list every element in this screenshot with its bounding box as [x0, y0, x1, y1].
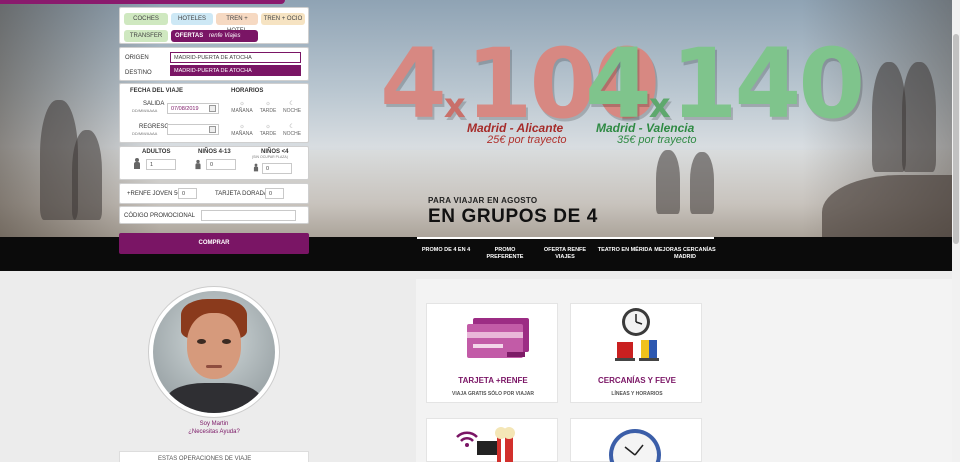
category-tabs: COCHES HOTELES TREN + HOTEL TREN + OCIO … — [119, 7, 309, 44]
destination-label: DESTINO — [125, 70, 152, 76]
return-morning[interactable]: ☼ MAÑANA — [230, 124, 254, 137]
tab-hoteles[interactable]: HOTELES — [171, 13, 213, 25]
return-afternoon[interactable]: ☼ TARDE — [257, 124, 279, 137]
promo-code-row: CÓDIGO PROMOCIONAL — [119, 206, 309, 224]
adults-label: ADULTOS — [142, 149, 171, 155]
tab-ofertas[interactable]: OFERTAS renfe Viajes — [171, 30, 258, 42]
adult-icon — [134, 158, 140, 169]
operations-label: ESTAS OPERACIONES DE VIAJE — [158, 456, 252, 462]
tile-cercanias-subtitle: LÍNEAS Y HORARIOS — [611, 391, 663, 397]
card-icon — [467, 318, 529, 358]
return-label: REGRESO — [139, 124, 170, 130]
clock-chairs-icon — [615, 308, 659, 361]
departure-date-input[interactable]: 07/08/2019 — [167, 103, 219, 114]
schedule-label: HORARIOS — [231, 88, 264, 94]
departure-label: SALIDA — [143, 101, 165, 107]
avatar-mouth — [206, 365, 222, 368]
kids-label: NIÑOS 4-13 — [198, 149, 231, 155]
date-fields: FECHA DEL VIAJE HORARIOS SALIDA DD/MM/AA… — [119, 83, 309, 143]
top-accent-bar — [0, 0, 285, 4]
active-tab-indicator — [417, 237, 714, 239]
tab-transfer[interactable]: TRANSFER — [124, 30, 168, 42]
calendar-icon[interactable] — [209, 126, 216, 133]
return-date-input[interactable] — [167, 124, 219, 135]
beach-person-right-1 — [872, 62, 906, 172]
child-icon — [195, 159, 201, 170]
tab-mejoras-cercanias[interactable]: MEJORAS CERCANÍAS MADRID — [654, 247, 716, 261]
beach-person-right-2 — [902, 62, 936, 172]
avatar-shirt — [167, 383, 261, 413]
tile-entertainment[interactable] — [426, 418, 558, 462]
avatar — [153, 291, 275, 413]
departure-night[interactable]: ☾ NOCHE — [281, 101, 303, 114]
hero-subtitle: PARA VIAJAR EN AGOSTO — [428, 196, 538, 205]
promo-input[interactable] — [201, 210, 296, 221]
departure-afternoon[interactable]: ☼ TARDE — [257, 101, 279, 114]
hero-title: EN GRUPOS DE 4 — [428, 206, 598, 227]
scrollbar-thumb[interactable] — [953, 34, 959, 244]
beach-person-left-2 — [72, 130, 102, 220]
avatar-eye-left — [197, 339, 206, 344]
calendar-icon[interactable] — [209, 105, 216, 112]
date-label: FECHA DEL VIAJE — [130, 88, 184, 94]
beach-person-walking-1 — [656, 150, 680, 214]
departure-format: DD/MM/AAAA — [132, 108, 158, 113]
passenger-fields: ADULTOS 1 NIÑOS 4-13 0 NIÑOS <4 (SIN OCU… — [119, 146, 309, 180]
tile-cercanias-feve[interactable]: CERCANÍAS Y FEVE LÍNEAS Y HORARIOS — [570, 303, 702, 403]
origin-input[interactable]: MADRID-PUERTA DE ATOCHA — [170, 52, 301, 63]
tile-tarjeta-renfe-subtitle: VIAJA GRATIS SÓLO POR VIAJAR — [452, 391, 534, 397]
offer2-route: Madrid - Valencia — [596, 121, 695, 135]
departure-morning[interactable]: ☼ MAÑANA — [230, 101, 254, 114]
wifi-cinema-icon — [456, 427, 515, 462]
offer1-route: Madrid - Alicante — [467, 121, 564, 135]
promo-label: CÓDIGO PROMOCIONAL — [124, 213, 196, 219]
assistant-help-link[interactable]: ¿Necesitas Ayuda? — [119, 429, 309, 435]
tab-tren-hotel[interactable]: TREN + HOTEL — [216, 13, 258, 34]
assistant-panel: Soy Martin ¿Necesitas Ayuda? ESTAS OPERA… — [119, 271, 309, 462]
beach-person-walking-2 — [690, 152, 714, 214]
renfe-viajes-logo: renfe Viajes — [208, 33, 241, 39]
destination-suggestion[interactable]: MADRID-PUERTA DE ATOCHA — [170, 65, 301, 76]
operations-bar[interactable]: ESTAS OPERACIONES DE VIAJE — [119, 451, 309, 462]
avatar-face — [187, 313, 241, 379]
clock-icon — [609, 429, 661, 462]
tab-teatro-merida[interactable]: TEATRO EN MÉRIDA — [594, 247, 656, 254]
origin-label: ORIGEN — [125, 55, 149, 61]
avatar-eye-right — [222, 339, 231, 344]
departure-date-value: 07/08/2019 — [171, 106, 199, 112]
offer2-price: 35€ por trayecto — [617, 134, 697, 146]
tile-tarjeta-renfe-title: TARJETA +RENFE — [458, 376, 528, 385]
tile-schedule[interactable] — [570, 418, 702, 462]
page-scrollbar[interactable] — [952, 0, 960, 462]
adults-input[interactable]: 1 — [146, 159, 176, 170]
offer1-price: 25€ por trayecto — [487, 134, 567, 146]
gold-card-label: TARJETA DORADA — [215, 191, 268, 197]
young-card-input[interactable]: 0 — [178, 188, 197, 199]
route-fields: ORIGEN MADRID-PUERTA DE ATOCHA DESTINO M… — [119, 47, 309, 81]
tile-cercanias-title: CERCANÍAS Y FEVE — [598, 376, 676, 385]
assistant-avatar[interactable] — [148, 286, 280, 418]
infants-sub: (SIN OCUPAR PLAZA) — [252, 155, 288, 159]
buy-button[interactable]: COMPRAR — [119, 233, 309, 254]
tab-promo-4-en-4[interactable]: PROMO DE 4 EN 4 — [420, 247, 472, 254]
tab-promo-preferente[interactable]: PROMO PREFERENTE — [476, 247, 534, 261]
assistant-name[interactable]: Soy Martin — [119, 421, 309, 427]
return-format: DD/MM/AAAA — [132, 131, 158, 136]
infant-icon — [253, 163, 259, 172]
services-grid: TARJETA +RENFE VIAJA GRATIS SÓLO POR VIA… — [416, 279, 952, 462]
discount-cards: +RENFE JOVEN 50 0 TARJETA DORADA 0 — [119, 183, 309, 204]
ofertas-label: OFERTAS — [175, 33, 204, 39]
tab-oferta-renfe-viajes[interactable]: OFERTA RENFE VIAJES — [540, 247, 590, 261]
gold-card-input[interactable]: 0 — [265, 188, 284, 199]
tab-coches[interactable]: COCHES — [124, 13, 168, 25]
infants-input[interactable]: 0 — [262, 163, 292, 174]
return-night[interactable]: ☾ NOCHE — [281, 124, 303, 137]
tab-tren-ocio[interactable]: TREN + OCIO — [261, 13, 305, 25]
young-card-label: +RENFE JOVEN 50 — [127, 191, 181, 197]
kids-input[interactable]: 0 — [206, 159, 236, 170]
tile-tarjeta-renfe[interactable]: TARJETA +RENFE VIAJA GRATIS SÓLO POR VIA… — [426, 303, 558, 403]
